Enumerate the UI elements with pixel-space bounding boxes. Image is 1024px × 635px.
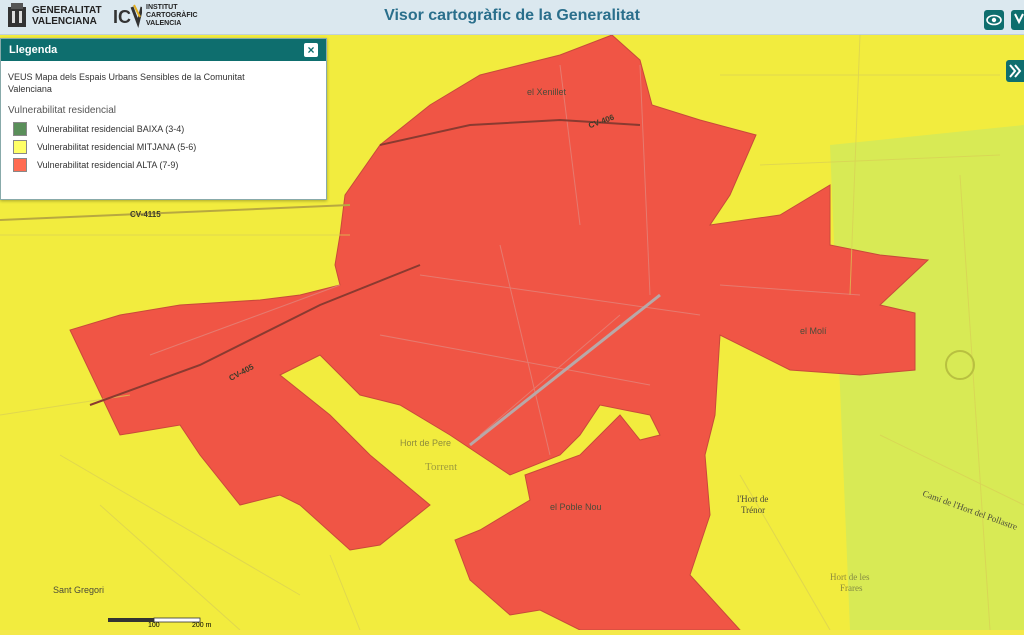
legend-swatch-medium bbox=[13, 140, 27, 154]
legend-item-medium: Vulnerabilitat residencial MITJANA (5-6) bbox=[8, 138, 319, 156]
label-xenillet: el Xenillet bbox=[527, 87, 567, 97]
label-poble-nou: el Poble Nou bbox=[550, 502, 602, 512]
legend-label-high: Vulnerabilitat residencial ALTA (7-9) bbox=[37, 160, 179, 170]
close-legend-button[interactable]: × bbox=[304, 43, 318, 57]
label-sant-gregori: Sant Gregori bbox=[53, 585, 105, 595]
scale-mid-label: 100 bbox=[148, 622, 160, 629]
label-hort-trenor-line1: l'Hort de bbox=[737, 494, 769, 504]
label-hort-pere: Hort de Pere bbox=[400, 438, 452, 448]
legend-title: Llegenda bbox=[9, 44, 58, 56]
legend-body: VEUS Mapa dels Espais Urbans Sensibles d… bbox=[1, 61, 326, 184]
legend-section-title: Vulnerabilitat residencial bbox=[8, 105, 117, 116]
label-cv4115: CV-4115 bbox=[130, 210, 161, 219]
legend-swatch-low bbox=[13, 122, 27, 136]
legend-header: Llegenda × bbox=[1, 39, 326, 61]
legend-panel: Llegenda × VEUS Mapa dels Espais Urbans … bbox=[0, 38, 327, 200]
scale-end-label: 200 m bbox=[192, 622, 212, 629]
legend-item-low: Vulnerabilitat residencial BAIXA (3-4) bbox=[8, 120, 319, 138]
label-hort-trenor-line2: Trénor bbox=[741, 505, 766, 515]
app-header: GENERALITAT VALENCIANA IC INSTITUT CARTO… bbox=[0, 0, 1024, 35]
legend-label-medium: Vulnerabilitat residencial MITJANA (5-6) bbox=[37, 142, 197, 152]
green-peri-urban-area bbox=[830, 125, 1024, 630]
label-moli: el Molí bbox=[800, 326, 827, 336]
legend-label-low: Vulnerabilitat residencial BAIXA (3-4) bbox=[37, 124, 185, 134]
label-torrent: Torrent bbox=[425, 461, 458, 473]
legend-swatch-high bbox=[13, 158, 27, 172]
eye-icon bbox=[986, 14, 1002, 26]
legend-map-title: VEUS Mapa dels Espais Urbans Sensibles d… bbox=[8, 72, 245, 94]
visibility-button[interactable] bbox=[984, 10, 1004, 30]
user-icon bbox=[1014, 13, 1024, 25]
app-title: Visor cartogràfic de la Generalitat bbox=[384, 7, 640, 24]
label-hort-frares-line2: Frares bbox=[840, 583, 863, 593]
label-hort-frares-line1: Hort de les bbox=[830, 572, 870, 582]
user-button[interactable] bbox=[1011, 10, 1024, 30]
scale-bar: 100 200 m bbox=[106, 617, 216, 630]
double-chevron-right-icon bbox=[1009, 64, 1022, 78]
expand-panel-button[interactable] bbox=[1006, 60, 1024, 82]
legend-item-high: Vulnerabilitat residencial ALTA (7-9) bbox=[8, 156, 319, 174]
